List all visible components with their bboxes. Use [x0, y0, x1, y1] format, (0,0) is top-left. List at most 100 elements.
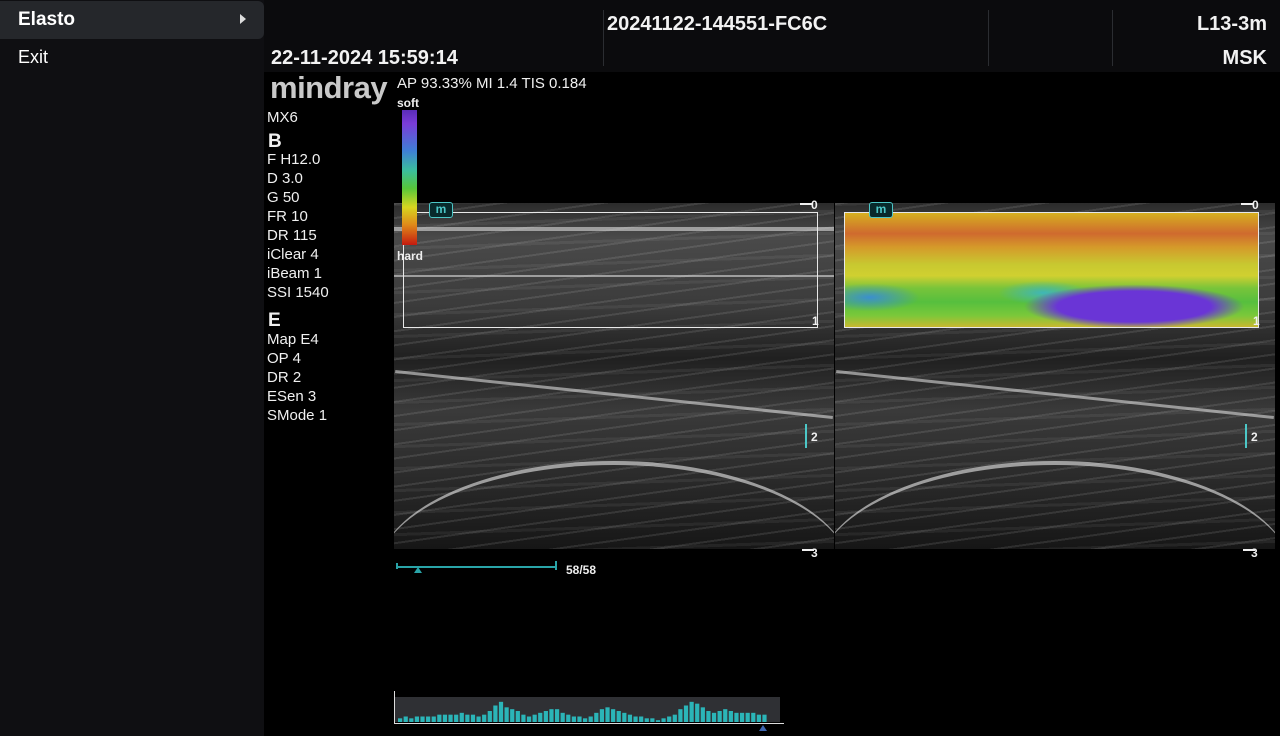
histogram-bar: [571, 716, 576, 722]
header-divider: [1112, 10, 1113, 66]
menu-item-exit[interactable]: Exit: [0, 38, 264, 76]
histogram-bar: [583, 718, 588, 722]
b-param: G 50: [267, 189, 300, 206]
exam-preset: MSK: [1222, 47, 1267, 69]
depth-label: 2: [1251, 430, 1258, 444]
histogram-bar: [745, 712, 750, 722]
histogram-bar: [655, 720, 661, 722]
e-param: OP 4: [267, 350, 301, 367]
histogram-bar: [510, 709, 515, 722]
histogram-bar: [515, 711, 520, 722]
histogram-bar: [706, 711, 711, 722]
histogram-bar: [498, 701, 504, 722]
depth-label: 1: [812, 314, 819, 328]
histogram-bar: [639, 716, 644, 722]
colorbar-hard-label: hard: [397, 249, 424, 263]
e-param: DR 2: [267, 369, 302, 386]
acoustic-info: AP 93.33% MI 1.4 TIS 0.184: [397, 75, 587, 92]
histogram-bar: [711, 712, 717, 722]
m-badge: m: [429, 202, 453, 218]
histogram-marker-icon: [759, 725, 767, 731]
histogram-bar: [482, 714, 487, 722]
histogram-bar: [487, 711, 492, 722]
histogram-bar: [661, 718, 666, 722]
histogram-bar: [521, 714, 526, 722]
histogram-bar: [644, 718, 649, 722]
b-param: iBeam 1: [267, 265, 323, 282]
histogram-bar: [476, 716, 481, 722]
histogram-bar: [577, 716, 582, 722]
header-divider: [603, 10, 604, 66]
histogram-bar: [532, 714, 537, 722]
elasticity-colorbar: [402, 110, 417, 245]
histogram-bar: [442, 714, 448, 722]
histogram-bar: [678, 709, 683, 722]
elasticity-map: [844, 212, 1259, 328]
histogram-bar: [650, 718, 655, 722]
m-badge: m: [869, 202, 893, 218]
histogram-bar: [403, 716, 408, 722]
histogram-bar: [420, 716, 425, 722]
histogram-bar: [605, 707, 610, 722]
histogram-bar: [409, 718, 414, 722]
e-mode-heading: E: [268, 310, 281, 331]
e-param: SMode 1: [267, 407, 328, 424]
histogram-bar: [414, 716, 420, 722]
histogram-bar: [599, 709, 605, 722]
b-param: F H12.0: [267, 151, 321, 168]
focus-marker[interactable]: [1245, 424, 1247, 448]
histogram-bar: [549, 709, 554, 722]
histogram-x-axis: [394, 723, 784, 724]
histogram-bar: [526, 716, 532, 722]
probe-name: L13-3m: [1196, 13, 1267, 35]
histogram-bar: [454, 714, 459, 722]
histogram-bar: [543, 711, 548, 722]
b-param: D 3.0: [267, 170, 303, 187]
histogram-bar: [633, 716, 638, 722]
e-param: ESen 3: [267, 388, 317, 405]
b-param: iClear 4: [267, 246, 319, 263]
histogram-bar: [751, 712, 756, 722]
histogram-bar: [560, 712, 565, 722]
histogram-bar: [762, 714, 767, 722]
histogram-bar: [431, 716, 436, 722]
histogram-bar: [459, 712, 464, 722]
depth-label: 3: [811, 546, 818, 560]
histogram-bar: [700, 707, 705, 722]
histogram-bar: [667, 716, 672, 722]
histogram-bar: [627, 714, 633, 722]
histogram-bar: [717, 711, 722, 722]
chevron-right-icon: [240, 14, 246, 24]
roi-box[interactable]: [403, 212, 818, 328]
histogram-bar: [734, 712, 739, 722]
histogram-bar: [689, 701, 694, 722]
b-param: DR 115: [267, 227, 317, 244]
mindray-logo: mindray: [270, 70, 388, 105]
histogram-bar: [465, 714, 470, 722]
cine-frame-counter: 58/58: [566, 563, 597, 577]
depth-label: 1: [1253, 314, 1260, 328]
system-model: MX6: [267, 109, 298, 126]
histogram-bar: [616, 711, 621, 722]
histogram-bar: [611, 709, 616, 722]
histogram-bar: [728, 711, 733, 722]
histogram-bar: [504, 707, 509, 722]
histogram-bar: [398, 718, 403, 722]
histogram-bar: [594, 712, 599, 722]
header-divider: [988, 10, 989, 66]
focus-marker[interactable]: [805, 424, 807, 448]
side-menu: Elasto Exit: [0, 0, 264, 736]
histogram-bar: [683, 705, 689, 722]
cine-end-marker[interactable]: [555, 561, 557, 570]
histogram-bar: [554, 709, 560, 722]
menu-item-elasto-label: Elasto: [18, 9, 76, 30]
histogram-bar: [588, 716, 593, 722]
b-mode-heading: B: [268, 131, 282, 152]
histogram-bars: [398, 701, 767, 722]
colorbar-soft-label: soft: [397, 96, 419, 110]
menu-item-exit-label: Exit: [18, 46, 49, 67]
cine-position-icon[interactable]: [414, 567, 422, 573]
menu-item-elasto[interactable]: Elasto: [0, 1, 264, 39]
date-time: 22-11-2024 15:59:14: [271, 47, 458, 69]
histogram-bar: [695, 703, 700, 722]
